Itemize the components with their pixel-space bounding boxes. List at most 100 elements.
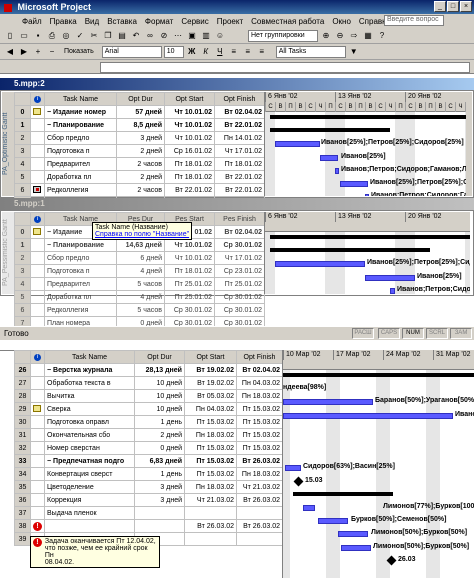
task-row[interactable]: 4 Предварител 2 часов Пт 18.01.02 Пт 18.01.0…: [14, 157, 265, 171]
duration-cell[interactable]: 2 дней: [134, 428, 185, 442]
start-cell[interactable]: Пт 15.03.02: [184, 454, 237, 468]
help-search-input[interactable]: Введите вопрос: [384, 15, 444, 26]
task-row[interactable]: 29 Сверка 10 дней Пн 04.03.02 Пт 15.03.02: [14, 402, 283, 416]
task-name-cell[interactable]: Коррекция: [44, 493, 135, 507]
start-cell[interactable]: Вт 26.03.02: [184, 519, 237, 533]
row-number[interactable]: 4: [14, 157, 31, 171]
task-name-cell[interactable]: Редколлегия: [44, 303, 117, 317]
font-select[interactable]: Arial: [101, 45, 162, 58]
indicator-cell[interactable]: [30, 170, 45, 184]
finish-cell[interactable]: Ср 30.01.02: [214, 303, 265, 317]
zoom-in-icon[interactable]: ⊕: [320, 30, 332, 42]
outdent-icon[interactable]: ◀: [4, 46, 16, 58]
duration-cell[interactable]: 2 дней: [116, 170, 165, 184]
new-icon[interactable]: ▯: [4, 30, 16, 42]
row-number[interactable]: 37: [14, 506, 31, 520]
start-cell[interactable]: Чт 10.01.02: [164, 131, 215, 145]
print-icon[interactable]: ⎙: [46, 30, 58, 42]
task-name-cell[interactable]: Сбор предло: [44, 131, 117, 145]
finish-cell[interactable]: [236, 506, 283, 520]
group-select[interactable]: Нет группировки: [248, 29, 318, 42]
row-number[interactable]: 32: [14, 441, 31, 455]
start-cell[interactable]: Чт 10.01.02: [164, 118, 215, 132]
start-cell[interactable]: Пн 18.03.02: [184, 480, 237, 494]
font-size-select[interactable]: 10: [163, 45, 184, 58]
task-row[interactable]: 3 Подготовка п4 дней Пт 18.01.02 Ср 23.01.0…: [14, 264, 265, 278]
indicator-cell[interactable]: [30, 454, 45, 468]
start-cell[interactable]: Пн 18.03.02: [184, 428, 237, 442]
minimize-button[interactable]: _: [434, 1, 446, 12]
indicator-cell[interactable]: [30, 225, 45, 239]
unlink-icon[interactable]: ⊘: [158, 30, 170, 42]
row-number[interactable]: 6: [14, 183, 31, 197]
indicator-cell[interactable]: [30, 389, 45, 403]
start-cell[interactable]: Вт 19.02.02: [184, 363, 237, 377]
task-row[interactable]: 38! Вт 26.03.02 Вт 26.03.02: [14, 519, 283, 533]
task-name-cell[interactable]: Подготовка п: [44, 144, 117, 158]
task-row[interactable]: 37 Выдача пленок: [14, 506, 283, 520]
finish-cell[interactable]: Пн 14.01.02: [214, 131, 265, 145]
duration-cell[interactable]: 3 дней: [134, 493, 185, 507]
task-name-cell[interactable]: Окончательная сбо: [44, 428, 135, 442]
bold-icon[interactable]: Ж: [186, 46, 198, 58]
start-cell[interactable]: Пт 15.03.02: [184, 415, 237, 429]
duration-cell[interactable]: 10 дней: [134, 376, 185, 390]
task-row[interactable]: 28 Вычитка 10 дней Вт 05.03.02 Пн 18.03.02: [14, 389, 283, 403]
task-name-cell[interactable]: Предварител: [44, 277, 117, 291]
finish-cell[interactable]: Вт 02.04.02: [236, 363, 283, 377]
column-header[interactable]: Opt Start: [184, 350, 237, 364]
task-row[interactable]: 6 Редколлегия 5 часов Ср 30.01.02 Ср 30.01.0…: [14, 303, 265, 317]
duration-cell[interactable]: [134, 506, 185, 520]
menu-item[interactable]: Совместная работа: [247, 17, 328, 26]
start-cell[interactable]: [184, 506, 237, 520]
task-row[interactable]: 1 − Планирование 8,5 дней Чт 10.01.02 Вт 22.…: [14, 118, 265, 132]
column-header[interactable]: Opt Finish: [236, 350, 283, 364]
finish-cell[interactable]: Пт 15.03.02: [236, 415, 283, 429]
menu-item[interactable]: Окно: [328, 17, 355, 26]
finish-cell[interactable]: Пт 15.03.02: [236, 428, 283, 442]
finish-cell[interactable]: Пт 15.03.02: [236, 441, 283, 455]
indicator-cell[interactable]: !: [30, 519, 45, 533]
start-cell[interactable]: [184, 532, 237, 546]
start-cell[interactable]: Пт 18.01.02: [164, 170, 215, 184]
task-row[interactable]: 27 Обработка текста в 10 дней Вт 19.02.02 Пн…: [14, 376, 283, 390]
row-number[interactable]: 1: [14, 238, 31, 252]
start-cell[interactable]: Пн 04.03.02: [184, 402, 237, 416]
row-number[interactable]: 3: [14, 144, 31, 158]
column-header[interactable]: Opt Finish: [214, 92, 265, 106]
row-number[interactable]: 27: [14, 376, 31, 390]
task-name-cell[interactable]: Сбор предло: [44, 251, 117, 265]
indicator-header[interactable]: i: [30, 212, 45, 226]
goto-icon[interactable]: ⇨: [348, 30, 360, 42]
indicator-cell[interactable]: [30, 376, 45, 390]
indicator-cell[interactable]: [30, 157, 45, 171]
task-row[interactable]: 30 Подготовка оправл 1 день Пт 15.03.02 Пт 1…: [14, 415, 283, 429]
row-number[interactable]: 5: [14, 170, 31, 184]
finish-cell[interactable]: Пт 18.01.02: [214, 157, 265, 171]
finish-cell[interactable]: Ср 30.01.02: [214, 238, 265, 252]
indicator-cell[interactable]: [30, 467, 45, 481]
finish-cell[interactable]: Пн 18.03.02: [236, 389, 283, 403]
duration-cell[interactable]: 3 дней: [134, 480, 185, 494]
task-name-cell[interactable]: Редколлегия: [44, 183, 117, 197]
row-number[interactable]: 33: [14, 454, 31, 468]
align-left-icon[interactable]: ≡: [228, 46, 240, 58]
column-header[interactable]: Opt Dur: [116, 92, 165, 106]
indicator-cell[interactable]: [30, 290, 45, 304]
row-number[interactable]: 30: [14, 415, 31, 429]
indicator-cell[interactable]: [30, 131, 45, 145]
indicator-cell[interactable]: [30, 118, 45, 132]
row-number[interactable]: 28: [14, 389, 31, 403]
duration-cell[interactable]: 1 день: [134, 467, 185, 481]
row-number[interactable]: 34: [14, 467, 31, 481]
task-row[interactable]: 36 Коррекция 3 дней Чт 21.03.02 Вт 26.03.02: [14, 493, 283, 507]
duration-cell[interactable]: 28,13 дней: [134, 363, 185, 377]
task-row[interactable]: 26 − Верстка журнала 28,13 дней Вт 19.02.02…: [14, 363, 283, 377]
task-name-cell[interactable]: Доработка пл: [44, 290, 117, 304]
indicator-cell[interactable]: [30, 480, 45, 494]
start-cell[interactable]: Ср 16.01.02: [164, 144, 215, 158]
row-number[interactable]: 2: [14, 251, 31, 265]
start-cell[interactable]: Пт 25.01.02: [164, 290, 215, 304]
task-name-cell[interactable]: Обработка текста в: [44, 376, 135, 390]
task-row[interactable]: 5 Доработка пл 2 дней Пт 18.01.02 Вт 22.01.0…: [14, 170, 265, 184]
